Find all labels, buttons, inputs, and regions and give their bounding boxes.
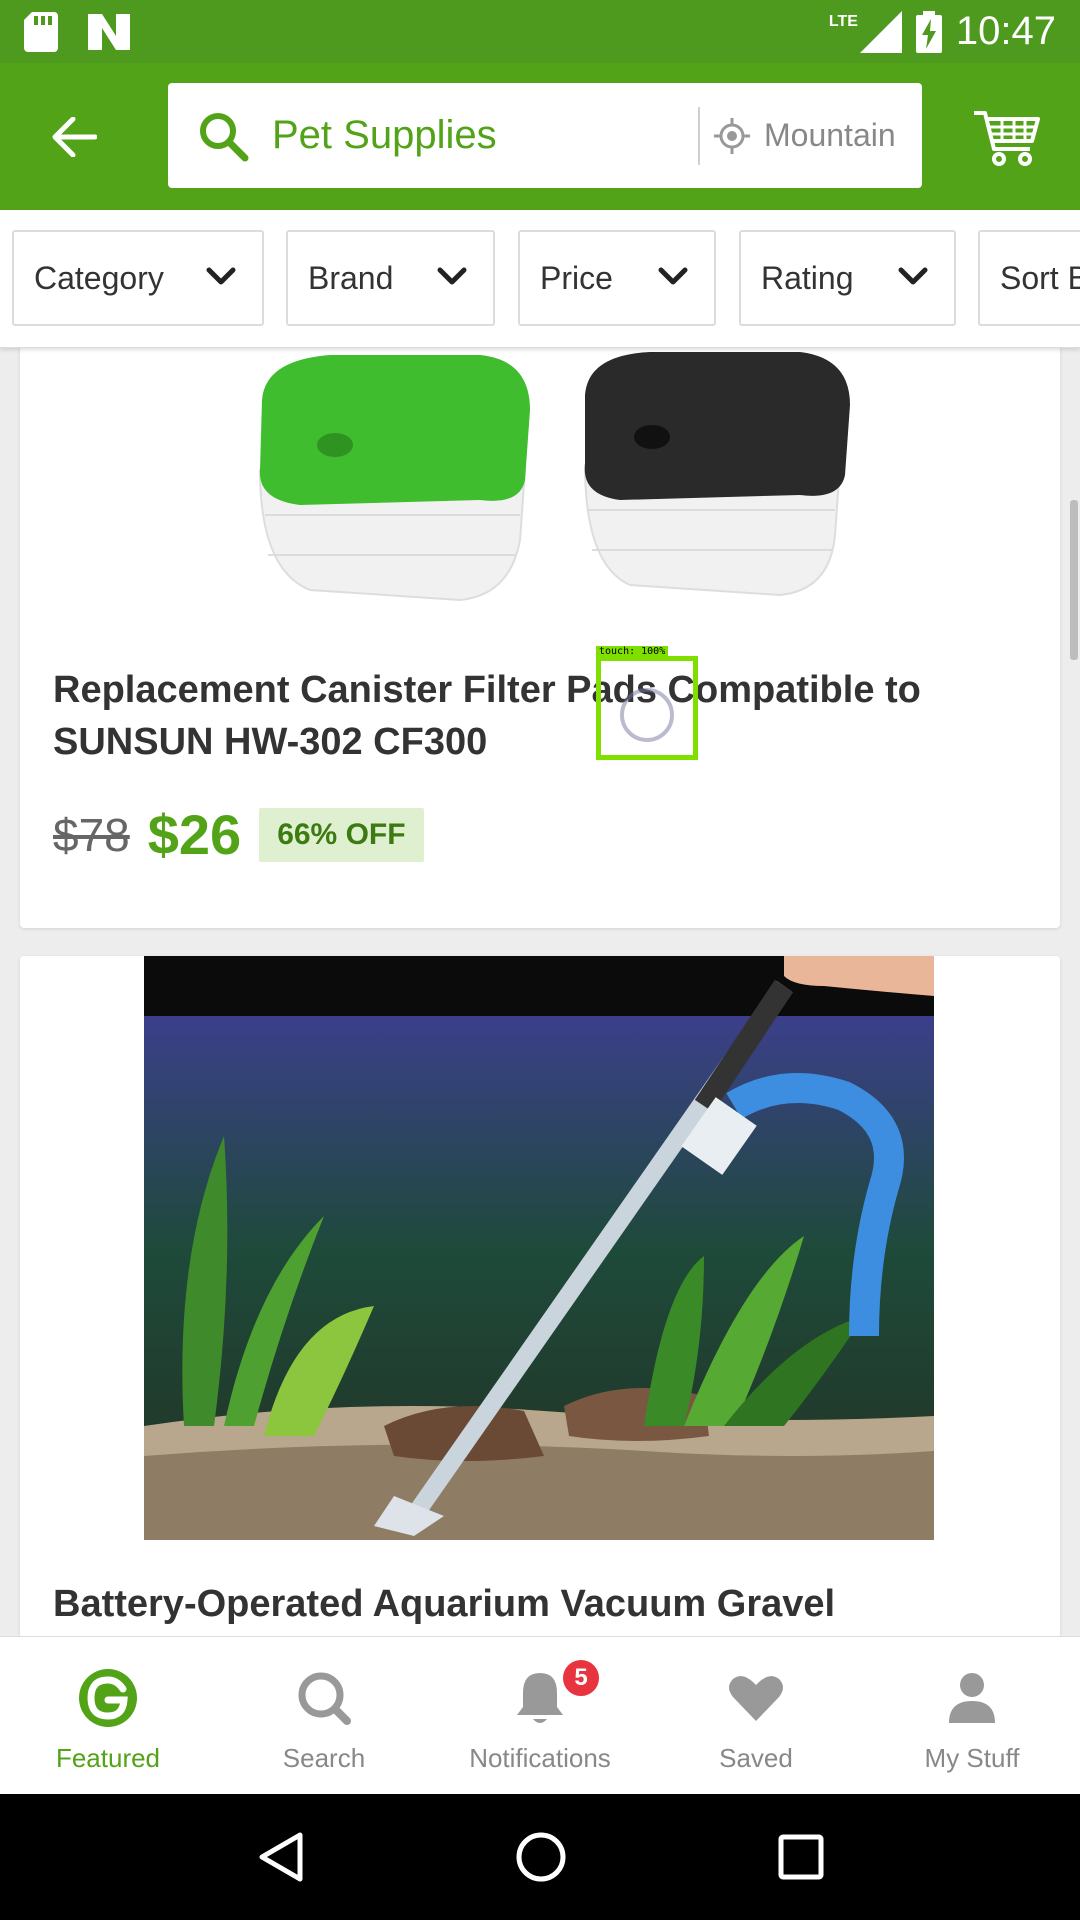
notification-badge: 5 xyxy=(560,1657,602,1699)
search-divider xyxy=(698,106,700,165)
product-card[interactable]: Replacement Canister Filter Pads Compati… xyxy=(20,340,1060,928)
filter-brand[interactable]: Brand xyxy=(286,230,495,326)
product-image xyxy=(258,352,850,602)
chevron-down-icon xyxy=(437,267,467,285)
chevron-down-icon xyxy=(658,267,688,285)
network-type: LTE xyxy=(828,12,858,30)
scrollbar-thumb[interactable] xyxy=(1070,500,1078,660)
product-title[interactable]: Battery-Operated Aquarium Vacuum Gravel xyxy=(53,1578,1013,1630)
status-bar: LTE 10:47 xyxy=(0,0,1080,63)
battery-charging-icon xyxy=(915,10,942,53)
filter-label: Rating xyxy=(761,259,854,296)
touch-ripple xyxy=(620,688,674,742)
nav-label: Notifications xyxy=(469,1743,611,1773)
filter-bar: Category Brand Price Rating Sort B xyxy=(0,210,1080,348)
location-field[interactable]: Mountain xyxy=(764,117,896,154)
sd-card-icon xyxy=(24,11,58,52)
nav-label: Saved xyxy=(719,1743,793,1773)
bottom-nav: Featured Search 5 Notifications Saved My… xyxy=(0,1636,1080,1794)
app-bar: Pet Supplies Mountain xyxy=(0,63,1080,210)
original-price: $78 xyxy=(53,808,130,861)
person-icon xyxy=(949,1673,995,1723)
search-bar[interactable]: Pet Supplies Mountain xyxy=(168,83,922,188)
chevron-down-icon xyxy=(206,267,236,285)
system-nav-bar xyxy=(0,1794,1080,1920)
arrow-left-icon xyxy=(52,117,97,157)
nav-label: My Stuff xyxy=(924,1743,1020,1773)
back-button[interactable] xyxy=(40,103,108,171)
filter-label: Category xyxy=(34,259,164,296)
price-row: $78 $26 66% OFF xyxy=(53,802,424,867)
signal-icon xyxy=(859,10,902,53)
filter-category[interactable]: Category xyxy=(12,230,264,326)
nav-notifications[interactable]: 5 Notifications xyxy=(432,1637,648,1794)
nav-my-stuff[interactable]: My Stuff xyxy=(864,1637,1080,1794)
location-icon xyxy=(714,117,750,154)
search-query[interactable]: Pet Supplies xyxy=(272,113,692,158)
cart-button[interactable] xyxy=(972,101,1042,171)
cart-icon xyxy=(974,111,1040,166)
nav-label: Search xyxy=(282,1743,366,1773)
filter-label: Price xyxy=(540,259,613,296)
product-card[interactable]: Battery-Operated Aquarium Vacuum Gravel xyxy=(20,956,1060,1656)
back-triangle-icon[interactable] xyxy=(256,1831,304,1883)
home-circle-icon[interactable] xyxy=(515,1831,567,1883)
filter-label: Sort B xyxy=(1000,259,1080,296)
filter-label: Brand xyxy=(308,259,394,296)
filter-sort[interactable]: Sort B xyxy=(978,230,1080,326)
chevron-down-icon xyxy=(898,267,928,285)
nav-label: Featured xyxy=(55,1743,161,1773)
search-icon xyxy=(200,112,249,161)
heart-icon xyxy=(729,1676,783,1721)
search-icon xyxy=(298,1672,351,1725)
filter-price[interactable]: Price xyxy=(518,230,716,326)
product-title[interactable]: Replacement Canister Filter Pads Compati… xyxy=(53,664,1013,768)
nav-search[interactable]: Search xyxy=(216,1637,432,1794)
recents-square-icon[interactable] xyxy=(778,1834,824,1880)
clock: 10:47 xyxy=(955,9,1056,53)
nav-featured[interactable]: Featured xyxy=(0,1637,216,1794)
sale-price: $26 xyxy=(147,803,242,866)
nav-saved[interactable]: Saved xyxy=(648,1637,864,1794)
groupon-g-icon xyxy=(79,1669,137,1727)
product-image xyxy=(144,956,934,1540)
discount-badge: 66% OFF xyxy=(259,807,424,862)
filter-rating[interactable]: Rating xyxy=(739,230,956,326)
n-logo-icon xyxy=(88,13,130,50)
